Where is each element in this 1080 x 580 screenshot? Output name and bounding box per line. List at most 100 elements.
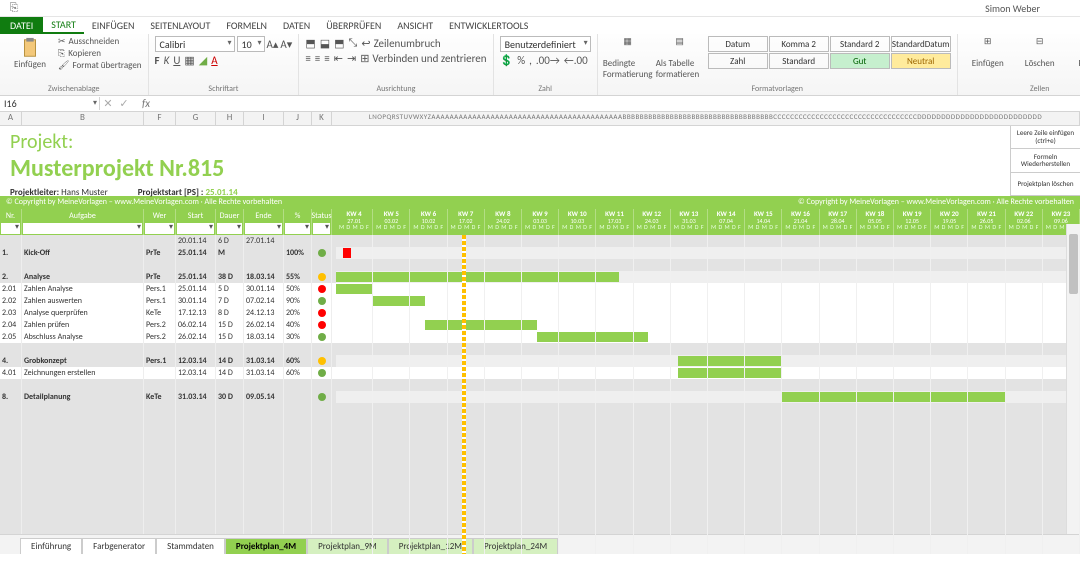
style-standard2[interactable]: Standard 2 xyxy=(830,36,890,52)
name-box[interactable]: I16 xyxy=(0,97,100,110)
table-row[interactable] xyxy=(0,439,336,451)
copy-button[interactable]: ⎘ Kopieren xyxy=(58,48,142,59)
filter-nr[interactable] xyxy=(1,223,20,234)
tab-file[interactable]: DATEI xyxy=(0,17,43,34)
merge-button[interactable]: ⊞ Verbinden und zentrieren xyxy=(360,52,486,65)
sheet-tab-Projektplan_9M[interactable]: Projektplan_9M xyxy=(307,538,388,554)
indent-inc-button[interactable]: ⇥ xyxy=(347,52,356,65)
formula-input[interactable] xyxy=(160,96,1080,111)
tab-seitenlayout[interactable]: SEITENLAYOUT xyxy=(142,17,218,34)
filter-pct[interactable] xyxy=(285,223,310,234)
style-datum[interactable]: Datum xyxy=(708,36,768,52)
style-gut[interactable]: Gut xyxy=(830,53,890,69)
cancel-formula-icon[interactable]: ✕ xyxy=(100,97,116,110)
sheet-tab-Einführung[interactable]: Einführung xyxy=(20,538,82,554)
paste-button[interactable]: Einfügen xyxy=(6,36,54,71)
table-row[interactable] xyxy=(0,487,336,499)
tab-überprüfen[interactable]: ÜBERPRÜFEN xyxy=(318,17,389,34)
indent-dec-button[interactable]: ⇤ xyxy=(334,52,343,65)
table-row[interactable] xyxy=(0,511,336,523)
align-bottom-button[interactable]: ⬒ xyxy=(334,36,344,50)
fx-icon[interactable]: fx xyxy=(132,97,160,110)
style-neutral[interactable]: Neutral xyxy=(891,53,951,69)
table-row[interactable]: 2.03Analyse querprüfenKeTe17.12.138 D24.… xyxy=(0,307,336,319)
tab-ansicht[interactable]: ANSICHT xyxy=(389,17,441,34)
cut-button[interactable]: ✂ Ausschneiden xyxy=(58,36,142,47)
table-row[interactable]: 2.02Zahlen auswertenPers.130.01.147 D07.… xyxy=(0,295,336,307)
align-middle-button[interactable]: ⬓ xyxy=(320,36,330,50)
sheet-tab-Projektplan_12M[interactable]: Projektplan_12M xyxy=(388,538,473,554)
tab-start[interactable]: START xyxy=(43,17,84,34)
sheet-tab-Projektplan_4M[interactable]: Projektplan_4M xyxy=(225,538,307,554)
filter-dur[interactable] xyxy=(217,223,242,234)
delete-cells-button[interactable]: ⊟Löschen xyxy=(1016,36,1064,69)
project-btn-0[interactable]: Leere Zeile einfügen (ctrl+e) xyxy=(1011,126,1080,149)
table-row[interactable] xyxy=(0,499,336,511)
dec-decimal-button[interactable]: ←.00 xyxy=(564,54,588,67)
table-row[interactable] xyxy=(0,403,336,415)
fill-color-button[interactable]: ◢ xyxy=(199,54,207,67)
number-format-combo[interactable]: Benutzerdefiniert xyxy=(500,36,591,52)
table-row[interactable]: 2.AnalysePrTe25.01.1438 D18.03.1455% xyxy=(0,271,336,283)
align-center-button[interactable]: ≡ xyxy=(315,52,320,65)
percent-button[interactable]: % xyxy=(517,54,525,67)
style-standard[interactable]: Standard xyxy=(769,53,829,69)
project-btn-1[interactable]: Formeln Wiederherstellen xyxy=(1011,149,1080,172)
format-cells-button[interactable]: ▤Format xyxy=(1068,36,1080,69)
filter-end[interactable] xyxy=(245,223,282,234)
orientation-button[interactable]: ⤡ xyxy=(349,36,358,50)
table-row[interactable] xyxy=(0,259,336,271)
wrap-text-button[interactable]: ↩ Zeilenumbruch xyxy=(361,36,440,50)
filter-status[interactable] xyxy=(313,223,330,234)
table-row[interactable]: 20.01.146 D27.01.14 xyxy=(0,235,336,247)
table-row[interactable] xyxy=(0,475,336,487)
conditional-formatting-button[interactable]: ▦Bedingte Formatierung xyxy=(604,36,652,80)
underline-button[interactable]: U xyxy=(173,54,180,67)
insert-cells-button[interactable]: ⊞Einfügen xyxy=(964,36,1012,69)
style-standarddatum[interactable]: StandardDatum xyxy=(891,36,951,52)
tab-entwicklertools[interactable]: ENTWICKLERTOOLS xyxy=(441,17,536,34)
font-size-combo[interactable]: 10 xyxy=(237,36,265,52)
table-row[interactable]: 2.05Abschluss AnalysePers.226.02.1415 D1… xyxy=(0,331,336,343)
bold-button[interactable]: F xyxy=(155,54,160,67)
align-right-button[interactable]: ≡ xyxy=(324,52,329,65)
shrink-font-button[interactable]: A▾ xyxy=(280,36,292,52)
table-row[interactable]: 4.01Zeichnungen erstellen12.03.1414 D31.… xyxy=(0,367,336,379)
grow-font-button[interactable]: A▴ xyxy=(267,36,279,52)
table-row[interactable] xyxy=(0,415,336,427)
inc-decimal-button[interactable]: .00→ xyxy=(536,54,560,67)
italic-button[interactable]: K xyxy=(164,54,170,67)
currency-button[interactable]: 💲 xyxy=(500,54,514,67)
quick-access[interactable]: ⎘ xyxy=(0,1,28,15)
font-name-combo[interactable]: Calibri xyxy=(155,36,235,52)
sheet-tab-Projektplan_24M[interactable]: Projektplan_24M xyxy=(473,538,558,554)
filter-start[interactable] xyxy=(177,223,214,234)
style-zahl[interactable]: Zahl xyxy=(708,53,768,69)
table-row[interactable]: 8.DetailplanungKeTe31.03.1430 D09.05.14 xyxy=(0,391,336,403)
table-row[interactable] xyxy=(0,463,336,475)
table-row[interactable]: 4.GrobkonzeptPers.112.03.1414 D31.03.146… xyxy=(0,355,336,367)
project-btn-2[interactable]: Projektplan löschen xyxy=(1011,173,1080,196)
comma-button[interactable]: , xyxy=(529,54,532,67)
table-row[interactable]: 1.Kick-OffPrTe25.01.14M100% xyxy=(0,247,336,259)
filter-task[interactable] xyxy=(23,223,142,234)
format-as-table-button[interactable]: ▤Als Tabelle formatieren xyxy=(656,36,704,80)
align-left-button[interactable]: ≡ xyxy=(305,52,310,65)
table-row[interactable] xyxy=(0,343,336,355)
align-top-button[interactable]: ⬒ xyxy=(305,36,315,50)
table-row[interactable] xyxy=(0,379,336,391)
accept-formula-icon[interactable]: ✓ xyxy=(116,97,132,110)
worksheet[interactable]: ABFGHIJKLNOPQRSTUVWXYZAAAAAAAAAAAAAAAAAA… xyxy=(0,112,1080,554)
format-painter-button[interactable]: 🖌 Format übertragen xyxy=(58,60,142,71)
tab-formeln[interactable]: FORMELN xyxy=(218,17,275,34)
font-color-button[interactable]: A xyxy=(211,54,217,67)
column-headers[interactable]: ABFGHIJKLNOPQRSTUVWXYZAAAAAAAAAAAAAAAAAA… xyxy=(0,112,1080,126)
border-button[interactable]: ▦ xyxy=(184,54,194,67)
table-row[interactable]: 2.01Zahlen AnalysePers.125.01.145 D30.01… xyxy=(0,283,336,295)
table-row[interactable]: 2.04Zahlen prüfenPers.206.02.1415 D26.02… xyxy=(0,319,336,331)
table-row[interactable] xyxy=(0,427,336,439)
vertical-scrollbar[interactable] xyxy=(1066,224,1080,534)
tab-daten[interactable]: DATEN xyxy=(275,17,318,34)
filter-who[interactable] xyxy=(145,223,174,234)
style-komma2[interactable]: Komma 2 xyxy=(769,36,829,52)
